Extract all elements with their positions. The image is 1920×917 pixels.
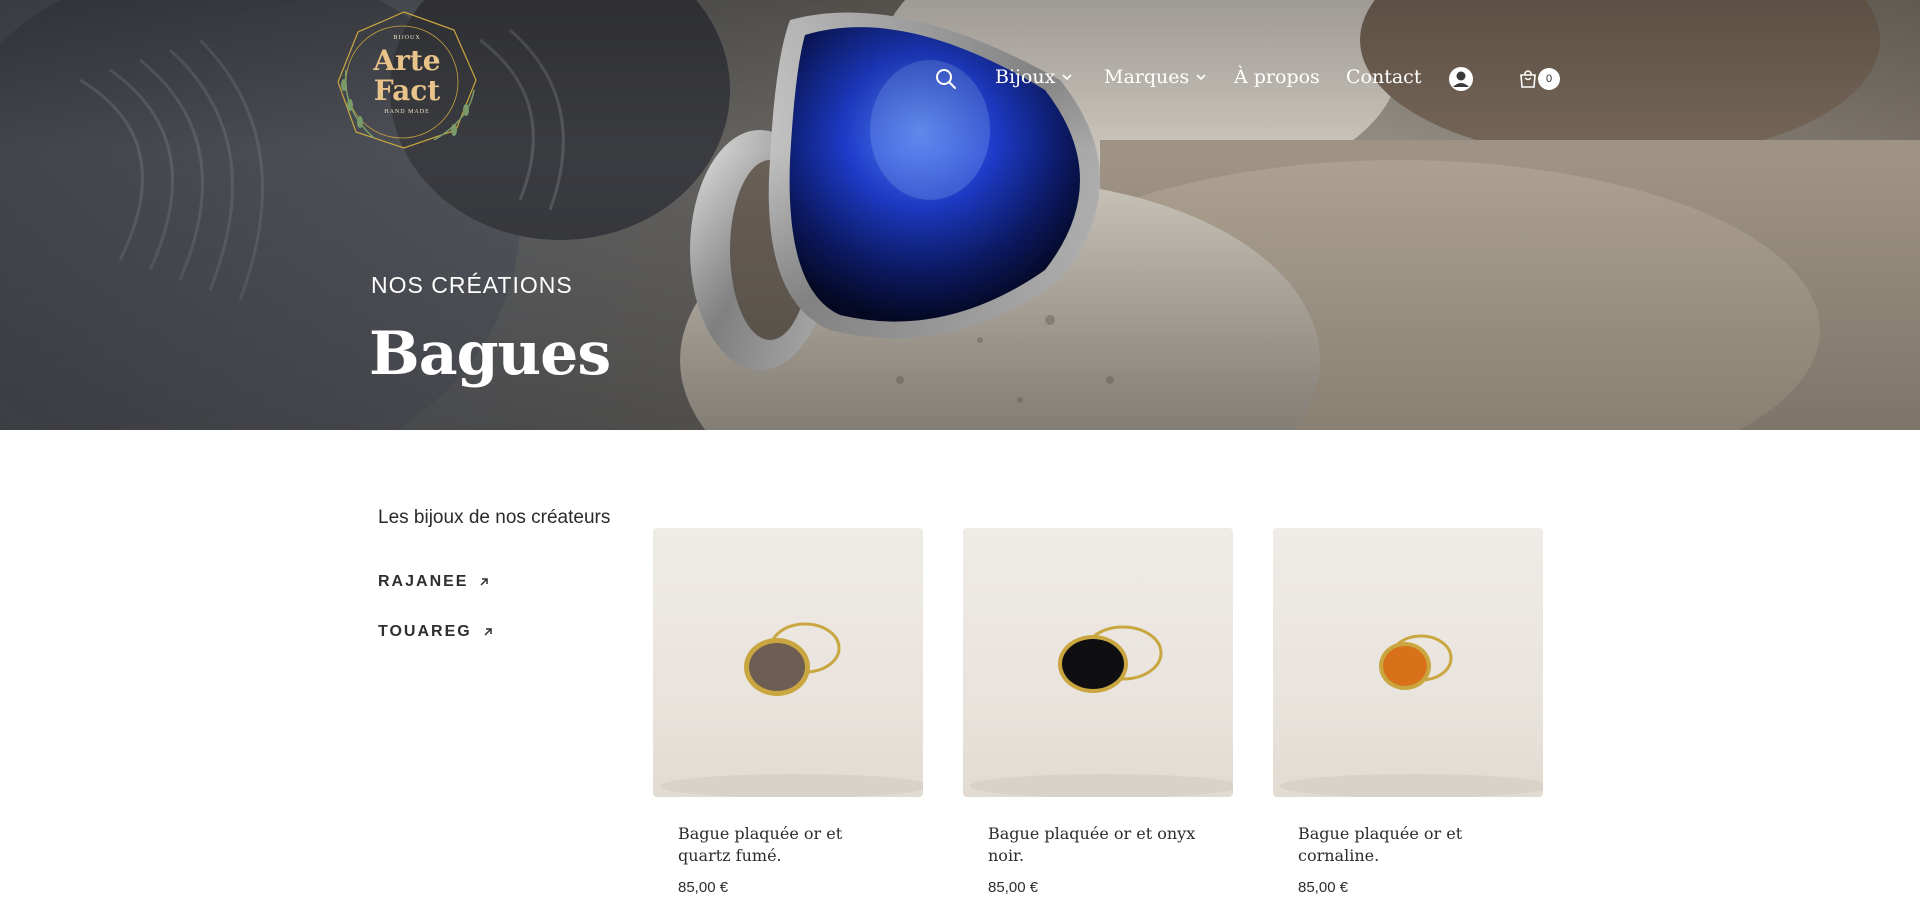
hero-overlay	[0, 0, 1920, 430]
nav-item-marques[interactable]: Marques	[1104, 66, 1207, 88]
chevron-down-icon	[1062, 74, 1072, 81]
hero-banner: BIJOUX Arte Fact HAND MADE Bijoux Marque…	[0, 0, 1920, 430]
nav-label: Bijoux	[995, 66, 1056, 88]
brand-link-label: RAJANEE	[378, 573, 469, 590]
nav-label: Marques	[1104, 66, 1190, 88]
cart-button[interactable]	[1518, 69, 1538, 89]
cart-count-badge: 0	[1538, 68, 1560, 90]
ring-image-icon	[660, 622, 923, 797]
nav-item-contact[interactable]: Contact	[1346, 66, 1421, 88]
hero-eyebrow: NOS CRÉATIONS	[371, 272, 573, 298]
logo-word-2: Fact	[373, 74, 441, 107]
account-icon	[1449, 67, 1473, 91]
logo-word-1: Arte	[373, 44, 441, 77]
product-image[interactable]	[963, 528, 1233, 797]
product-name[interactable]: Bague plaquée or et cornaline.	[1273, 823, 1543, 867]
brand-link-label: TOUAREG	[378, 623, 472, 640]
arrow-up-right-icon	[484, 628, 492, 636]
brand-link-touareg[interactable]: TOUAREG	[378, 607, 638, 657]
site-logo[interactable]: BIJOUX Arte Fact HAND MADE	[334, 10, 480, 150]
ring-image-icon	[970, 625, 1233, 797]
nav-item-a-propos[interactable]: À propos	[1234, 66, 1320, 88]
ring-image-icon	[1280, 634, 1543, 797]
page-title: Bagues	[369, 319, 611, 389]
product-image[interactable]	[1273, 528, 1543, 797]
product-name[interactable]: Bague plaquée or et quartz fumé.	[653, 823, 923, 867]
product-card[interactable]: Bague plaquée or et onyx noir. 85,00 €	[963, 528, 1233, 896]
logo-top-text: BIJOUX	[393, 35, 421, 41]
arrow-up-right-icon	[480, 578, 489, 586]
product-price: 85,00 €	[678, 879, 729, 896]
product-card[interactable]: Bague plaquée or et quartz fumé. 85,00 €	[653, 528, 923, 896]
sidebar-title: Les bijoux de nos créateurs	[378, 507, 611, 528]
search-icon	[936, 69, 956, 89]
brand-sidebar: Les bijoux de nos créateurs RAJANEE TOUA…	[378, 507, 638, 657]
product-price: 85,00 €	[1298, 879, 1349, 896]
logo-bottom-text: HAND MADE	[384, 109, 430, 115]
product-price: 85,00 €	[988, 879, 1039, 896]
product-card[interactable]: Bague plaquée or et cornaline. 85,00 €	[1273, 528, 1543, 896]
product-image[interactable]	[653, 528, 923, 797]
product-name[interactable]: Bague plaquée or et onyx noir.	[963, 823, 1233, 867]
search-button[interactable]	[935, 68, 957, 90]
nav-label: Contact	[1346, 66, 1422, 88]
account-button[interactable]	[1448, 66, 1474, 92]
brand-link-rajanee[interactable]: RAJANEE	[378, 557, 638, 607]
cart-icon	[1520, 70, 1536, 88]
chevron-down-icon	[1196, 74, 1206, 81]
nav-label: À propos	[1234, 66, 1320, 88]
nav-item-bijoux[interactable]: Bijoux	[995, 66, 1073, 88]
